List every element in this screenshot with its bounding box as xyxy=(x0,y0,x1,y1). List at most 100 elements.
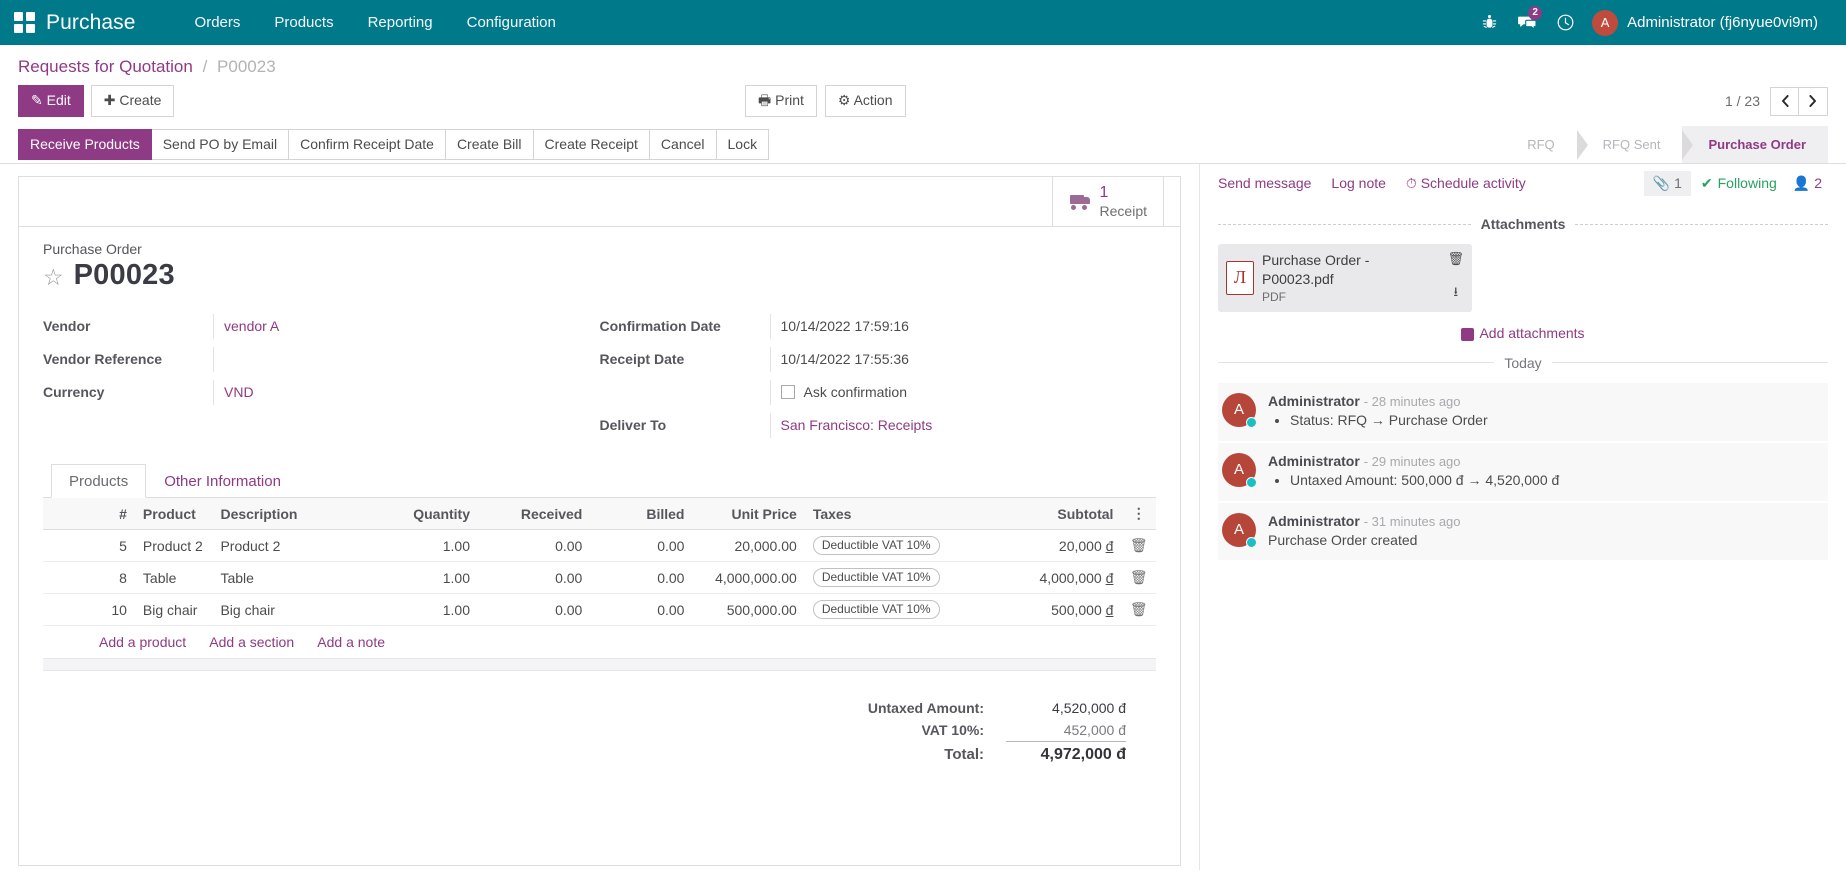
messages-icon[interactable]: 2 xyxy=(1508,0,1546,45)
line-quantity: 1.00 xyxy=(366,562,478,594)
bug-icon[interactable] xyxy=(1470,0,1508,45)
line-number: 5 xyxy=(78,530,135,562)
message-author[interactable]: Administrator xyxy=(1268,393,1360,409)
edit-button[interactable]: ✎ Edit xyxy=(18,85,84,117)
col-unit-price[interactable]: Unit Price xyxy=(692,498,804,530)
col-number[interactable]: # xyxy=(78,498,135,530)
schedule-activity-label: Schedule activity xyxy=(1421,175,1526,191)
tab-other-information[interactable]: Other Information xyxy=(146,464,299,498)
add-a-product-link[interactable]: Add a product xyxy=(99,634,186,650)
table-row[interactable]: 10 Big chair Big chair 1.00 0.00 0.00 50… xyxy=(43,594,1156,626)
line-received: 0.00 xyxy=(478,562,590,594)
order-lines-table: # Product Description Quantity Received … xyxy=(43,498,1156,626)
currency-symbol: đ xyxy=(1106,570,1114,586)
followers-button[interactable]: 👤 2 xyxy=(1787,171,1828,196)
tab-products[interactable]: Products xyxy=(51,464,146,498)
status-stage-purchase-order[interactable]: Purchase Order xyxy=(1682,126,1828,163)
status-stage-rfq[interactable]: RFQ xyxy=(1501,126,1576,163)
message-author[interactable]: Administrator xyxy=(1268,453,1360,469)
vertical-dots-icon[interactable]: ⋮ xyxy=(1121,498,1156,530)
pager-previous-button[interactable] xyxy=(1770,87,1799,116)
create-receipt-button[interactable]: Create Receipt xyxy=(534,129,650,160)
tax-badge: Deductible VAT 10% xyxy=(813,568,940,587)
col-taxes[interactable]: Taxes xyxy=(805,498,979,530)
pager-next-button[interactable] xyxy=(1799,87,1828,116)
line-product: Big chair xyxy=(135,594,213,626)
add-a-note-link[interactable]: Add a note xyxy=(317,634,385,650)
receipt-smart-button[interactable]: 1 Receipt xyxy=(1052,177,1164,226)
pdf-file-icon: Л xyxy=(1226,261,1254,295)
nav-menu-products[interactable]: Products xyxy=(257,0,350,45)
trash-icon[interactable]: 🗑 xyxy=(1130,569,1148,585)
drag-handle[interactable] xyxy=(43,594,78,626)
confirm-receipt-date-button[interactable]: Confirm Receipt Date xyxy=(289,129,446,160)
send-po-by-email-button[interactable]: Send PO by Email xyxy=(152,129,289,160)
col-description[interactable]: Description xyxy=(212,498,365,530)
lock-button[interactable]: Lock xyxy=(717,129,770,160)
download-icon[interactable]: ⭳ xyxy=(1453,283,1458,305)
list-item: A Administrator - 31 minutes ago Purchas… xyxy=(1218,503,1828,560)
add-a-section-link[interactable]: Add a section xyxy=(209,634,294,650)
drag-handle[interactable] xyxy=(43,562,78,594)
table-row[interactable]: 5 Product 2 Product 2 1.00 0.00 0.00 20,… xyxy=(43,530,1156,562)
vat-label: VAT 10%: xyxy=(868,719,1006,742)
breadcrumb: Requests for Quotation / P00023 xyxy=(0,45,1846,77)
create-bill-button[interactable]: Create Bill xyxy=(446,129,534,160)
field-deliver-to: Deliver To San Francisco: Receipts xyxy=(600,413,1157,446)
table-row[interactable]: 8 Table Table 1.00 0.00 0.00 4,000,000.0… xyxy=(43,562,1156,594)
log-note-button[interactable]: Log note xyxy=(1331,175,1386,191)
following-toggle[interactable]: ✔ Following xyxy=(1691,171,1787,196)
currency-value[interactable]: VND xyxy=(213,380,600,405)
attachment-count-button[interactable]: 📎 1 xyxy=(1644,171,1691,196)
ask-confirmation-label: Ask confirmation xyxy=(804,384,907,400)
apps-grid-icon[interactable] xyxy=(14,12,36,34)
receive-products-button[interactable]: Receive Products xyxy=(18,129,152,160)
message-author[interactable]: Administrator xyxy=(1268,513,1360,529)
breadcrumb-parent-link[interactable]: Requests for Quotation xyxy=(18,57,193,76)
currency-symbol: đ xyxy=(1106,538,1114,554)
status-stage-rfq-sent[interactable]: RFQ Sent xyxy=(1577,126,1683,163)
app-brand-purchase[interactable]: Purchase xyxy=(46,11,136,35)
nav-menu-reporting[interactable]: Reporting xyxy=(351,0,450,45)
plus-icon: ✚ xyxy=(104,92,116,108)
trash-icon[interactable]: 🗑 xyxy=(1130,537,1148,553)
totals-block: Untaxed Amount: 4,520,000 đ VAT 10%: 452… xyxy=(43,671,1156,767)
add-attachments-row: +Add attachments xyxy=(1218,325,1828,341)
attachment-card[interactable]: Л Purchase Order - P00023.pdf PDF 🗑 ⭳ xyxy=(1218,244,1472,312)
top-navbar: Purchase Orders Products Reporting Confi… xyxy=(0,0,1846,45)
confirmation-date-value: 10/14/2022 17:59:16 xyxy=(770,314,1157,339)
col-received[interactable]: Received xyxy=(478,498,590,530)
col-billed[interactable]: Billed xyxy=(590,498,692,530)
trash-icon[interactable]: 🗑 xyxy=(1130,601,1148,617)
user-menu[interactable]: A Administrator (fj6nyue0vi9m) xyxy=(1584,0,1826,45)
star-outline-icon[interactable]: ☆ xyxy=(43,266,64,289)
schedule-activity-button[interactable]: ⏱ Schedule activity xyxy=(1406,175,1526,192)
col-quantity[interactable]: Quantity xyxy=(366,498,478,530)
send-message-button[interactable]: Send message xyxy=(1218,175,1311,191)
message-bullet: Untaxed Amount: 500,000 đ → 4,520,000 đ xyxy=(1290,472,1824,488)
message-bullet: Status: RFQ → Purchase Order xyxy=(1290,412,1824,428)
deliver-to-value[interactable]: San Francisco: Receipts xyxy=(770,413,1157,438)
print-button[interactable]: 🖶 Print xyxy=(745,85,817,117)
field-vendor-reference: Vendor Reference xyxy=(43,347,600,380)
control-panel-pager: 1 / 23 xyxy=(1725,87,1828,116)
activities-clock-icon[interactable] xyxy=(1546,0,1584,45)
col-subtotal[interactable]: Subtotal xyxy=(978,498,1121,530)
receipt-label: Receipt xyxy=(1100,203,1147,219)
cancel-button[interactable]: Cancel xyxy=(650,129,717,160)
col-product[interactable]: Product xyxy=(135,498,213,530)
untaxed-amount-value: 4,520,000 đ xyxy=(1006,697,1126,719)
drag-handle[interactable] xyxy=(43,530,78,562)
nav-menu-configuration[interactable]: Configuration xyxy=(450,0,573,45)
add-attachments-button[interactable]: +Add attachments xyxy=(1461,325,1584,341)
order-lines-body: 5 Product 2 Product 2 1.00 0.00 0.00 20,… xyxy=(43,530,1156,626)
vendor-reference-value[interactable] xyxy=(213,347,600,372)
apps-grid-cell xyxy=(26,12,35,21)
create-button[interactable]: ✚ Create xyxy=(91,85,175,117)
ask-confirmation-checkbox[interactable] xyxy=(781,385,795,399)
pencil-icon: ✎ xyxy=(31,92,43,108)
trash-icon[interactable]: 🗑 xyxy=(1447,251,1464,267)
action-button[interactable]: ⚙ Action xyxy=(825,85,906,117)
nav-menu-orders[interactable]: Orders xyxy=(178,0,258,45)
vendor-value[interactable]: vendor A xyxy=(213,314,600,339)
